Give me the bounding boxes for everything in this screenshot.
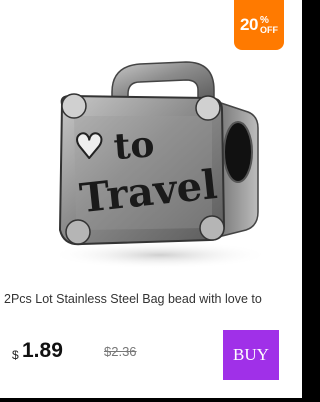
product-card[interactable]: ♥ to Travel 20 % OFF 2Pcs Lot Stainless … [0,0,302,398]
buy-button[interactable]: BUY [223,330,279,380]
discount-off-label: OFF [259,24,278,35]
bead-heart: ♥ [74,127,104,167]
original-price: $2.36 [104,344,137,359]
discount-percent-sign: % [259,14,269,26]
bead-engraving-to: to [112,123,155,168]
current-price: 1.89 [22,339,63,362]
product-title[interactable]: 2Pcs Lot Stainless Steel Bag bead with l… [4,292,302,306]
discount-badge: 20 % OFF [234,0,284,50]
discount-percent-value: 20 [240,15,258,34]
currency-symbol: $ [12,348,19,362]
price-row: $ 1.89 $2.36 BUY [0,330,302,380]
